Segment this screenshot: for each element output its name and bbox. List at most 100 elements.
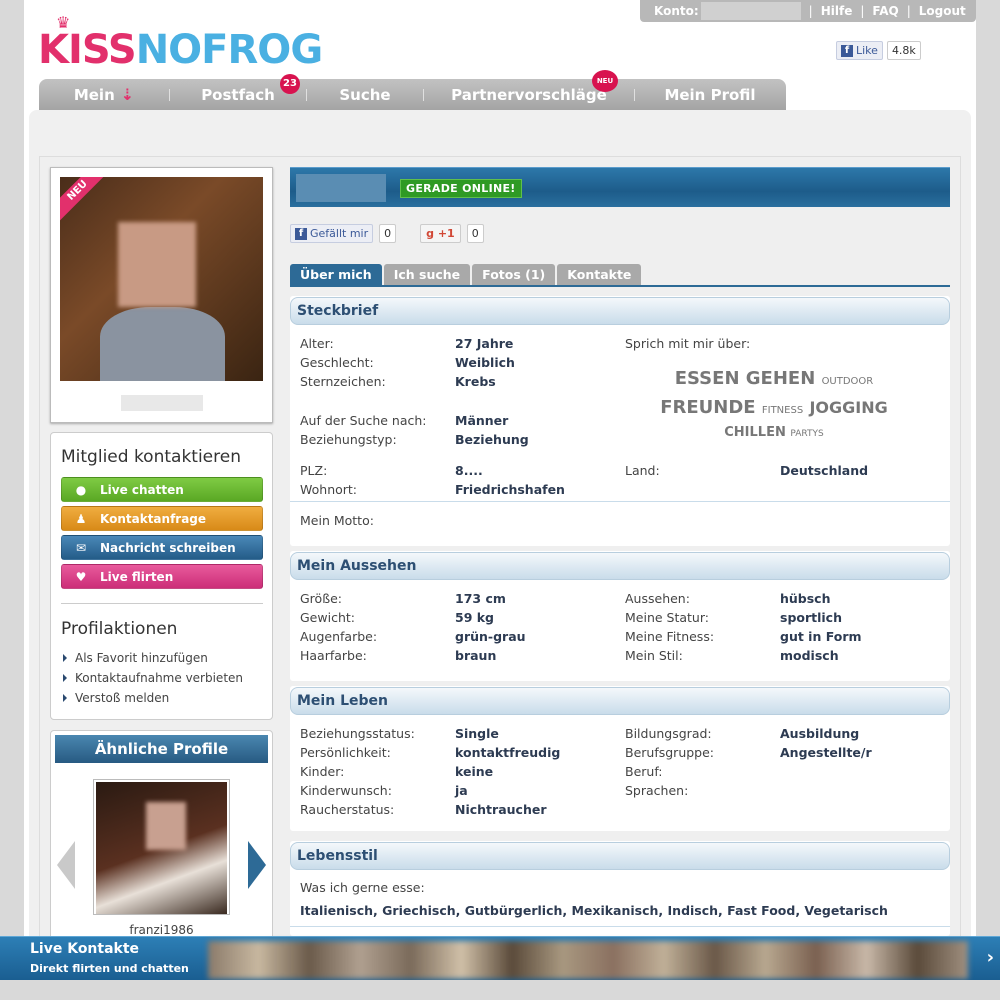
value-essen: Italienisch, Griechisch, Gutbürgerlich, … — [300, 903, 888, 918]
divider: | — [906, 4, 911, 18]
divider: | — [860, 4, 865, 18]
label-fitness: Meine Fitness: — [625, 629, 715, 644]
value-fitness: gut in Form — [780, 629, 862, 644]
tab-ueber-mich[interactable]: Über mich — [290, 264, 382, 285]
arrow-right-icon — [63, 674, 67, 682]
label-haarfarbe: Haarfarbe: — [300, 648, 367, 663]
label-essen: Was ich gerne esse: — [300, 880, 425, 895]
label-suche: Auf der Suche nach: — [300, 413, 427, 428]
faq-link[interactable]: FAQ — [872, 4, 898, 18]
social-buttons: f Gefällt mir 0 g +1 0 — [290, 224, 484, 243]
similar-photo-image — [96, 782, 227, 914]
envelope-icon: ✉ — [75, 541, 87, 555]
interest-tag[interactable]: JOGGING — [809, 398, 887, 417]
similar-profiles-title: Ähnliche Profile — [55, 735, 268, 763]
nav-item-partnervorschlaege[interactable]: Partnervorschläge NEU — [424, 69, 634, 104]
online-status-badge: GERADE ONLINE! — [400, 179, 522, 198]
label-kinderwunsch: Kinderwunsch: — [300, 783, 392, 798]
tab-fotos[interactable]: Fotos (1) — [472, 264, 556, 285]
value-plz: 8.... — [455, 463, 483, 478]
similar-profile-photo[interactable] — [93, 779, 230, 915]
interest-cloud-line1: ESSEN GEHEN OUTDOOR — [624, 368, 924, 389]
interest-tag[interactable]: PARTYS — [790, 429, 823, 439]
facebook-like-button[interactable]: f Like — [836, 41, 883, 60]
aussehen-header: Mein Aussehen — [290, 552, 950, 580]
live-contacts-bar[interactable]: Live Kontakte Direkt flirten und chatten… — [0, 936, 1000, 980]
value-haarfarbe: braun — [455, 648, 497, 663]
interest-tag[interactable]: CHILLEN — [724, 425, 786, 440]
live-chat-button[interactable]: ● Live chatten — [61, 477, 263, 502]
profile-actions-title: Profilaktionen — [61, 619, 178, 639]
divider — [290, 501, 950, 502]
label-groesse: Größe: — [300, 591, 342, 606]
label-aussehen: Aussehen: — [625, 591, 690, 606]
label-wohnort: Wohnort: — [300, 482, 358, 497]
profile-photo[interactable]: NEU — [60, 177, 263, 381]
nav-item-mein[interactable]: Mein ⇣ — [39, 85, 169, 104]
label-beziehungstyp: Beziehungstyp: — [300, 432, 397, 447]
nav-item-mein-profil[interactable]: Mein Profil — [635, 86, 785, 104]
help-link[interactable]: Hilfe — [821, 4, 853, 18]
nav-item-suche[interactable]: Suche — [307, 86, 423, 104]
profile-tabs: Über mich Ich suche Fotos (1) Kontakte — [290, 264, 950, 287]
label-sprich-mit-mir: Sprich mit mir über: — [625, 336, 751, 351]
new-ribbon: NEU — [60, 177, 112, 225]
google-plus-button[interactable]: g +1 — [420, 224, 461, 243]
main-nav: Mein ⇣ Postfach 23 Suche Partnervorschläge… — [39, 69, 786, 110]
live-flirt-button[interactable]: ♥ Live flirten — [61, 564, 263, 589]
contact-request-button[interactable]: ♟ Kontaktanfrage — [61, 506, 263, 531]
account-bar: Konto: | Hilfe | FAQ | Logout — [640, 0, 976, 22]
value-groesse: 173 cm — [455, 591, 506, 606]
interest-cloud-line3: CHILLEN PARTYS — [624, 425, 924, 440]
similar-profiles-box: Ähnliche Profile franzi1986 — [50, 730, 273, 940]
site-logo[interactable]: KISSNOFROG — [38, 30, 323, 70]
value-kinderwunsch: ja — [455, 783, 468, 798]
label-augenfarbe: Augenfarbe: — [300, 629, 378, 644]
nav-item-postfach[interactable]: Postfach 23 — [170, 73, 306, 104]
value-berufsgruppe: Angestellte/r — [780, 745, 872, 760]
page-bottom — [0, 980, 1000, 1000]
next-arrow-icon[interactable] — [248, 841, 266, 889]
report-violation-link[interactable]: Verstoß melden — [63, 691, 169, 705]
label-plz: PLZ: — [300, 463, 328, 478]
interest-tag[interactable]: OUTDOOR — [822, 376, 874, 387]
add-favorite-link[interactable]: Als Favorit hinzufügen — [63, 651, 208, 665]
previous-arrow-icon[interactable] — [57, 841, 75, 889]
value-kinder: keine — [455, 764, 494, 779]
tab-kontakte[interactable]: Kontakte — [557, 264, 642, 285]
tab-ich-suche[interactable]: Ich suche — [383, 264, 471, 285]
label-raucherstatus: Raucherstatus: — [300, 802, 395, 817]
label-gewicht: Gewicht: — [300, 610, 355, 625]
interest-tag[interactable]: ESSEN GEHEN — [675, 368, 816, 389]
value-augenfarbe: grün-grau — [455, 629, 526, 644]
block-contact-link[interactable]: Kontaktaufnahme verbieten — [63, 671, 243, 685]
logout-link[interactable]: Logout — [919, 4, 966, 18]
label-beruf: Beruf: — [625, 764, 663, 779]
value-beziehungstyp: Beziehung — [455, 432, 529, 447]
facebook-icon: f — [841, 44, 853, 57]
similar-profile-name[interactable]: franzi1986 — [93, 923, 230, 937]
label-berufsgruppe: Berufsgruppe: — [625, 745, 715, 760]
value-raucherstatus: Nichtraucher — [455, 802, 547, 817]
leben-header: Mein Leben — [290, 687, 950, 715]
profile-username-redacted — [296, 174, 386, 202]
interest-tag[interactable]: FITNESS — [762, 405, 803, 416]
account-name-redacted — [700, 2, 801, 20]
value-land: Deutschland — [780, 463, 869, 478]
google-plus-count: 0 — [466, 224, 484, 243]
chevron-right-icon[interactable]: › — [987, 947, 994, 968]
value-stil: modisch — [780, 648, 839, 663]
label-beziehungsstatus: Beziehungsstatus: — [300, 726, 415, 741]
value-persoenlichkeit: kontaktfreudig — [455, 745, 561, 760]
chat-bubble-icon: ● — [75, 483, 87, 497]
facebook-like-button[interactable]: f Gefällt mir — [290, 224, 374, 243]
live-contacts-subtitle: Direkt flirten und chatten — [30, 962, 189, 975]
page: Konto: | Hilfe | FAQ | Logout ♛ KISSNOFR… — [24, 0, 976, 1000]
write-message-button[interactable]: ✉ Nachricht schreiben — [61, 535, 263, 560]
arrow-down-icon: ⇣ — [120, 85, 135, 104]
blurred-face — [118, 222, 196, 307]
label-bildungsgrad: Bildungsgrad: — [625, 726, 712, 741]
profile-header: GERADE ONLINE! — [290, 167, 950, 207]
live-contacts-thumbnails[interactable] — [208, 941, 968, 979]
interest-tag[interactable]: FREUNDE — [660, 397, 755, 418]
